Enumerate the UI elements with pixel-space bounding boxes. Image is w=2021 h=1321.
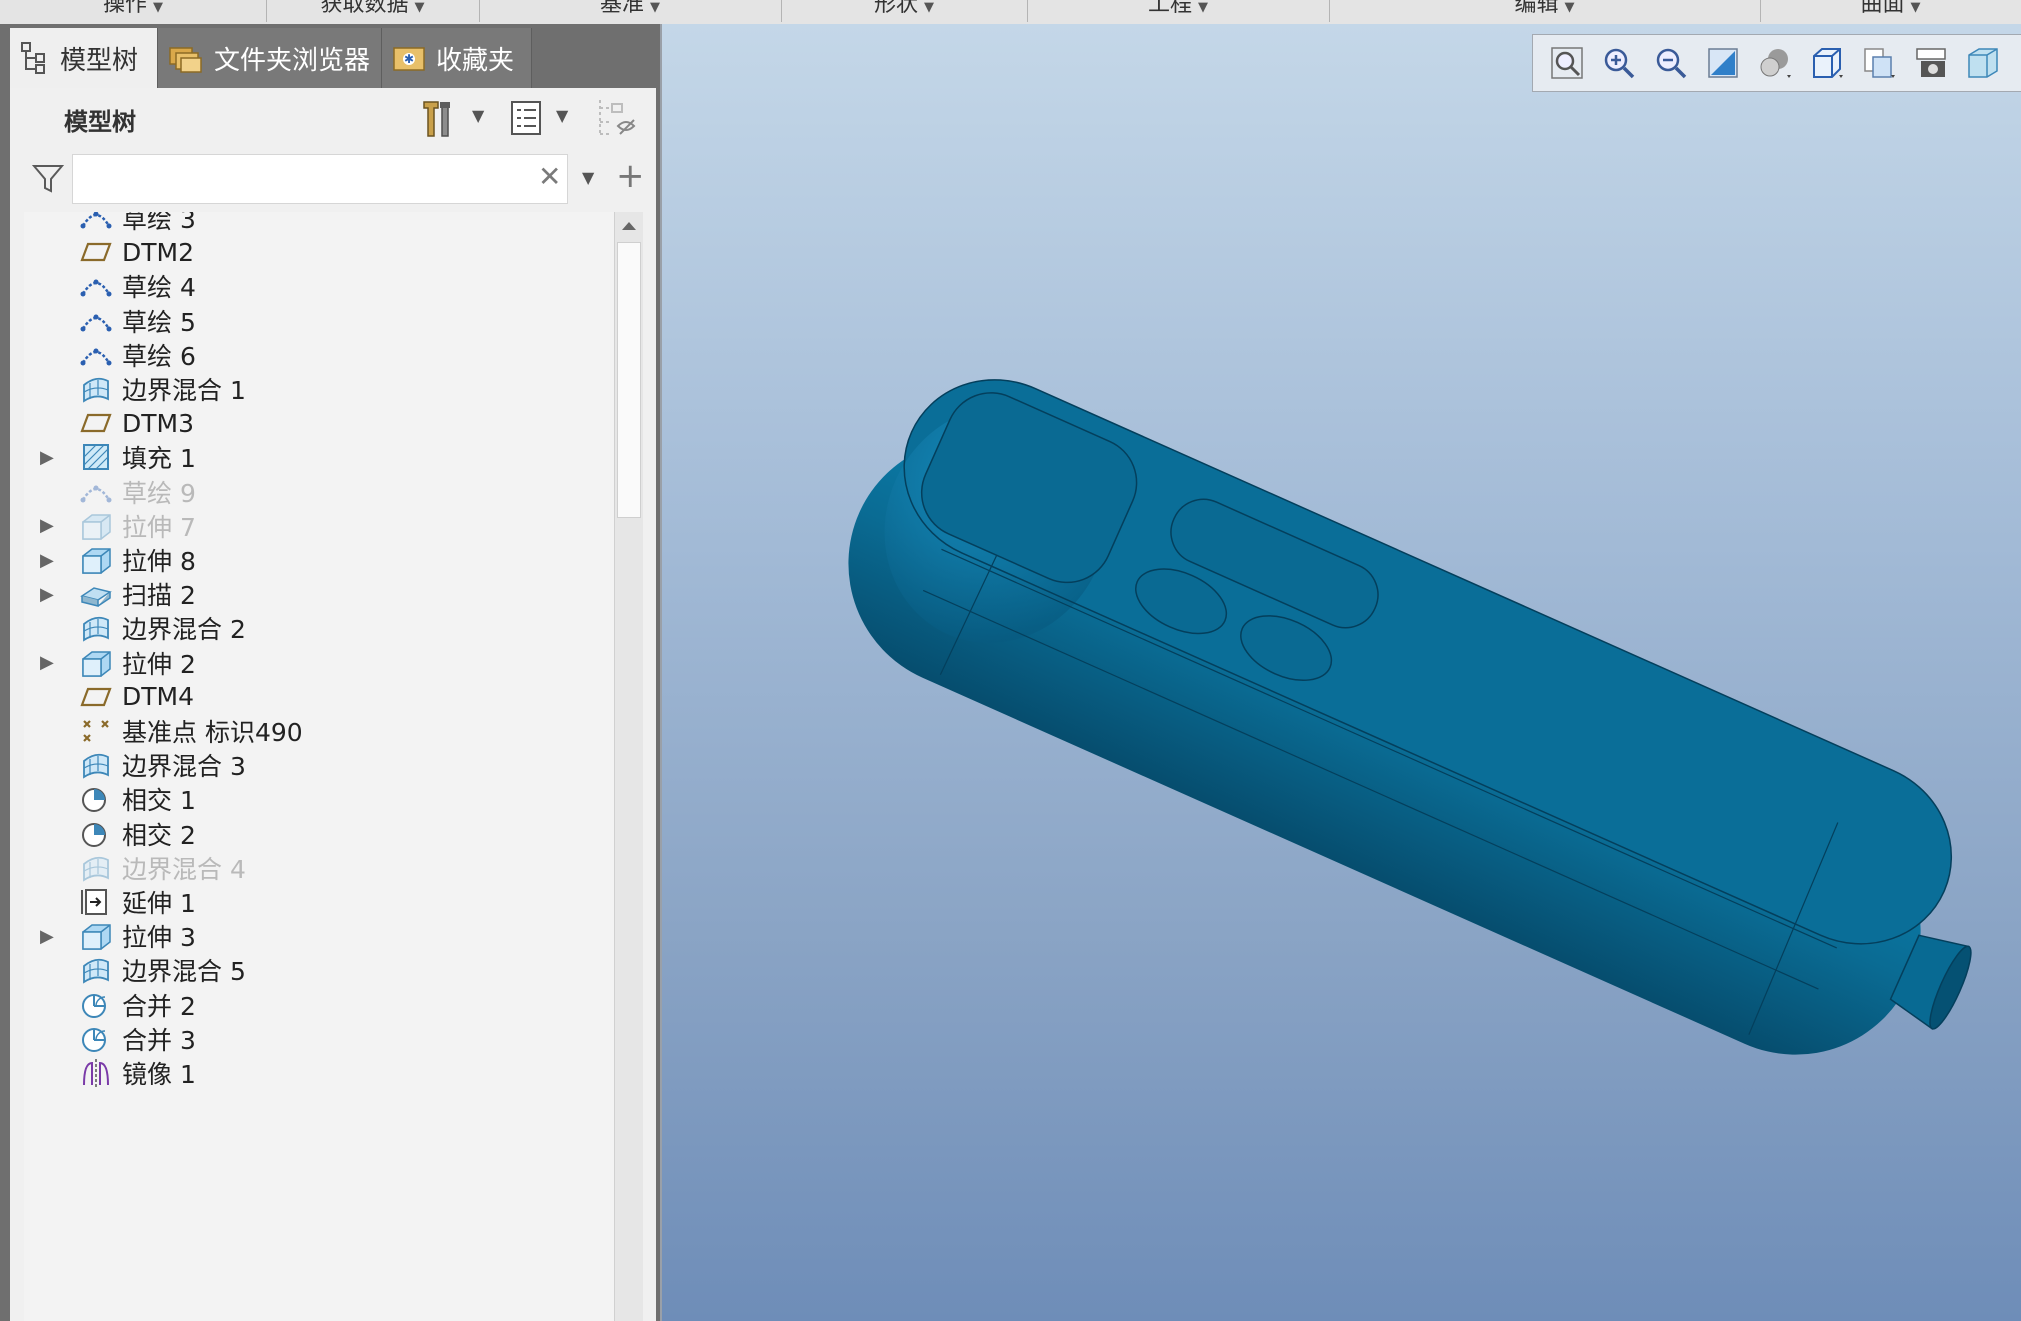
ribbon-group-label: 基准: [599, 0, 644, 17]
show-hidden-icon[interactable]: [596, 96, 640, 140]
ribbon-group-label: 形状: [873, 0, 918, 17]
chevron-down-icon[interactable]: ▼: [472, 106, 484, 125]
ribbon-group-label: 曲面: [1860, 0, 1905, 17]
ribbon-group-engineering[interactable]: 工程 ▼: [1027, 0, 1330, 22]
tree-item-label: 镜像 1: [122, 1060, 196, 1089]
model-tree-list: 草绘 3 DTM2 草绘 4 草绘 5 草绘 6 边界混合 1 DTM3 ▶ 填充 1 草绘 9 ▶…: [24, 212, 619, 1321]
tab-model-tree[interactable]: 模型树: [10, 28, 158, 88]
filter-icon[interactable]: [32, 164, 64, 194]
navigator-panel: 模型树 文件夹浏览器 ✱ 收藏夹 模型树 ▼ ▼ ✕ ▼ + 草绘 3 DTM2…: [0, 24, 660, 1321]
ribbon-group-operations[interactable]: 操作 ▼: [0, 0, 267, 22]
datum-point-icon: [80, 717, 112, 745]
tree-item-label: DTM2: [122, 237, 194, 267]
clear-icon[interactable]: ✕: [538, 160, 561, 193]
ribbon-group-shapes[interactable]: 形状 ▼: [781, 0, 1028, 22]
sketch-icon: [80, 307, 112, 335]
boundary-blend-icon: [80, 956, 112, 985]
tree-item-label: DTM3: [122, 408, 194, 438]
model-tree-panel: 模型树 ▼ ▼ ✕ ▼ + 草绘 3 DTM2 草绘 4 草绘 5 草绘 6 边…: [10, 88, 656, 1321]
extrude-icon: [80, 512, 112, 540]
ribbon-group-label: 获取数据: [320, 0, 409, 17]
extrude-icon: [80, 546, 112, 574]
tab-folder-browser[interactable]: 文件夹浏览器: [158, 28, 382, 88]
tree-scrollbar[interactable]: [614, 212, 643, 1321]
boundary-blend-icon: [80, 614, 112, 643]
sketch-icon: [80, 341, 112, 369]
graphics-viewport[interactable]: [660, 24, 2021, 1321]
model-tree-title: 模型树: [64, 108, 136, 136]
add-icon[interactable]: +: [616, 156, 645, 196]
scrollbar-thumb[interactable]: [617, 242, 641, 518]
merge-icon: [80, 1025, 112, 1053]
fill-icon: [80, 443, 112, 471]
sketch-icon: [80, 212, 112, 232]
caret-down-icon: ▼: [1910, 0, 1921, 15]
intersect-icon: [80, 820, 112, 848]
caret-down-icon: ▼: [414, 0, 425, 15]
mirror-icon: [80, 1059, 112, 1087]
ribbon-group-label: 操作: [102, 0, 147, 17]
caret-down-icon: ▼: [650, 0, 660, 15]
chevron-down-icon[interactable]: ▼: [582, 168, 594, 187]
tree-item[interactable]: 镜像 1: [24, 1051, 619, 1095]
ribbon-group-get-data[interactable]: 获取数据 ▼: [266, 0, 480, 22]
tab-favorites[interactable]: ✱ 收藏夹: [382, 28, 532, 88]
expand-arrow-icon[interactable]: ▶: [40, 515, 56, 536]
boundary-blend-icon: [80, 751, 112, 779]
tree-search-input[interactable]: [72, 154, 568, 204]
ribbon-group-label: 工程: [1147, 0, 1192, 17]
ribbon-group-surfaces[interactable]: 曲面 ▼: [1760, 0, 2021, 22]
ribbon-group-datum[interactable]: 基准 ▼: [479, 0, 782, 22]
tab-label: 收藏夹: [436, 45, 515, 76]
chevron-down-icon[interactable]: ▼: [556, 106, 568, 125]
intersect-icon: [80, 785, 112, 813]
caret-down-icon: ▼: [153, 0, 163, 15]
svg-text:✱: ✱: [404, 52, 414, 66]
filter-bar: ✕ ▼ +: [10, 148, 656, 208]
extrude-icon: [80, 649, 112, 677]
extend-icon: [80, 888, 112, 916]
tree-item-label: DTM4: [122, 682, 194, 712]
ribbon-group-bar: 操作 ▼ 获取数据 ▼ 基准 ▼ 形状 ▼ 工程 ▼ 编辑 ▼ 曲面 ▼: [0, 0, 2021, 25]
expand-arrow-icon[interactable]: ▶: [40, 926, 56, 947]
sketch-icon: [80, 478, 112, 506]
caret-down-icon: ▼: [924, 0, 934, 15]
expand-arrow-icon[interactable]: ▶: [40, 652, 56, 673]
merge-icon: [80, 991, 112, 1019]
expand-arrow-icon[interactable]: ▶: [40, 550, 56, 571]
expand-arrow-icon[interactable]: ▶: [40, 447, 56, 468]
caret-down-icon: ▼: [1198, 0, 1208, 15]
tools-icon[interactable]: [418, 96, 458, 140]
tree-settings-icon[interactable]: [508, 98, 544, 138]
cad-model-3d[interactable]: [662, 24, 2021, 1321]
model-tree-header: 模型树 ▼ ▼: [10, 88, 656, 148]
tab-label: 文件夹浏览器: [214, 45, 371, 76]
ribbon-group-label: 编辑: [1514, 0, 1559, 17]
extrude-icon: [80, 922, 112, 950]
datum-plane-icon: [80, 409, 112, 437]
favorites-icon: ✱: [393, 47, 425, 71]
caret-down-icon: ▼: [1564, 0, 1575, 15]
tab-label: 模型树: [60, 45, 139, 76]
folder-icon: [169, 47, 202, 73]
boundary-blend-icon: [80, 854, 112, 882]
datum-plane-icon: [80, 683, 112, 711]
tree-icon: [21, 42, 45, 74]
boundary-blend-icon: [80, 375, 112, 403]
datum-plane-icon: [80, 238, 112, 266]
sweep-icon: [80, 580, 112, 608]
sketch-icon: [80, 272, 112, 300]
expand-arrow-icon[interactable]: ▶: [40, 584, 56, 605]
scroll-up-icon[interactable]: [622, 222, 636, 230]
ribbon-group-editing[interactable]: 编辑 ▼: [1329, 0, 1761, 22]
